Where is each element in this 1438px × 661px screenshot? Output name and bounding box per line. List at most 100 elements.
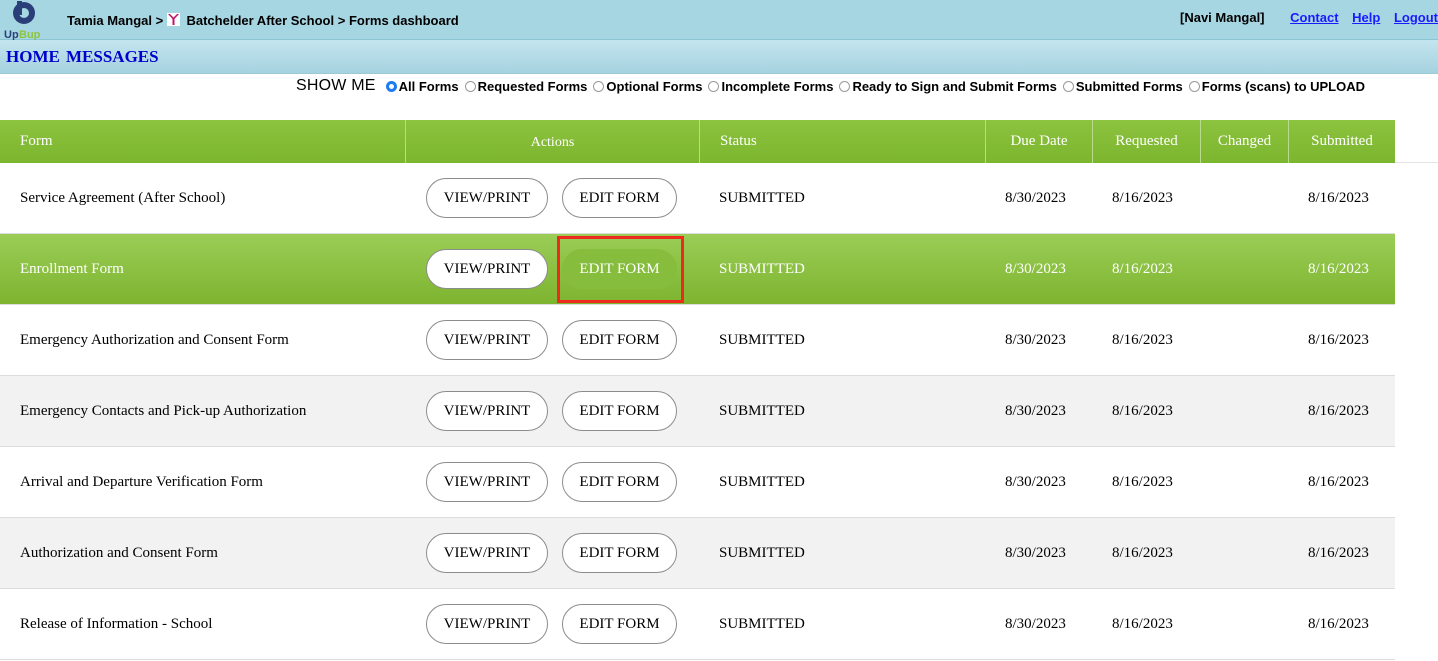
filter-label: Incomplete Forms [721,78,834,94]
filter-submitted-forms[interactable]: Submitted Forms [1059,79,1183,94]
user-links: [Navi Mangal] Contact Help Logout [1180,10,1438,25]
nav-bar: HOME MESSAGES [0,40,1438,74]
logout-link[interactable]: Logout [1394,10,1438,25]
edit-form-button[interactable]: EDIT FORM [562,391,677,431]
form-name: Emergency Authorization and Consent Form [20,332,289,348]
requested-date: 8/16/2023 [1112,332,1173,348]
filter-optional-forms[interactable]: Optional Forms [589,79,702,94]
column-header-actions: Actions [406,120,700,163]
contact-link[interactable]: Contact [1290,10,1338,25]
form-status: SUBMITTED [719,332,805,348]
breadcrumb-program: Batchelder After School [186,13,335,28]
table-row: Service Agreement (After School) VIEW/PR… [0,163,1395,234]
ymca-logo-icon [166,13,180,26]
due-date: 8/30/2023 [1005,545,1066,561]
table-row: Emergency Contacts and Pick-up Authoriza… [0,376,1395,447]
form-name: Release of Information - School [20,616,213,632]
svg-text:Bup: Bup [19,29,41,40]
requested-date: 8/16/2023 [1112,616,1173,632]
account-name: [Navi Mangal] [1180,10,1265,25]
header-divider [1395,162,1438,163]
svg-text:Up: Up [4,29,19,40]
requested-date: 8/16/2023 [1112,261,1173,277]
due-date: 8/30/2023 [1005,261,1066,277]
table-row: Emergency Authorization and Consent Form… [0,305,1395,376]
edit-form-button[interactable]: EDIT FORM [562,533,677,573]
column-header-due-date[interactable]: Due Date [986,120,1093,163]
table-header: Form Actions Status Due Date Requested C… [0,120,1438,163]
column-header-form[interactable]: Form [0,120,406,163]
requested-date: 8/16/2023 [1112,403,1173,419]
nav-messages-link[interactable]: MESSAGES [66,47,159,67]
filter-requested-forms[interactable]: Requested Forms [461,78,588,94]
due-date: 8/30/2023 [1005,616,1066,632]
submitted-date: 8/16/2023 [1308,545,1369,561]
view-print-button[interactable]: VIEW/PRINT [426,462,548,502]
filter-all-forms[interactable]: All Forms [382,79,459,94]
radio-icon[interactable] [708,80,720,92]
view-print-button[interactable]: VIEW/PRINT [426,249,548,289]
requested-date: 8/16/2023 [1112,474,1173,490]
view-print-button[interactable]: VIEW/PRINT [426,604,548,644]
due-date: 8/30/2023 [1005,332,1066,348]
form-status: SUBMITTED [719,403,805,419]
due-date: 8/30/2023 [1005,474,1066,490]
form-filter-group: SHOW ME All Forms Requested Forms Option… [296,76,1367,96]
edit-form-button[interactable]: EDIT FORM [562,178,677,218]
filter-incomplete-forms[interactable]: Incomplete Forms [704,79,833,94]
due-date: 8/30/2023 [1005,190,1066,206]
top-bar: Up Bup Tamia Mangal > Batchelder After S… [0,0,1438,40]
edit-form-button[interactable]: EDIT FORM [562,320,677,360]
submitted-date: 8/16/2023 [1308,474,1369,490]
show-me-label: SHOW ME [296,77,376,94]
edit-form-button[interactable]: EDIT FORM [562,249,677,289]
radio-selected-icon[interactable] [385,80,397,92]
radio-icon[interactable] [464,80,476,92]
filter-scans-to-upload[interactable]: Forms (scans) to UPLOAD [1185,79,1365,94]
filter-label: All Forms [398,78,459,94]
form-name: Authorization and Consent Form [20,545,218,561]
view-print-button[interactable]: VIEW/PRINT [426,178,548,218]
submitted-date: 8/16/2023 [1308,190,1369,206]
requested-date: 8/16/2023 [1112,545,1173,561]
requested-date: 8/16/2023 [1112,190,1173,206]
submitted-date: 8/16/2023 [1308,261,1369,277]
filter-label: Ready to Sign and Submit Forms [852,78,1057,94]
breadcrumb: Tamia Mangal > Batchelder After School >… [67,13,459,28]
table-row: Release of Information - School VIEW/PRI… [0,589,1395,660]
column-header-submitted[interactable]: Submitted [1289,120,1395,163]
radio-icon[interactable] [1188,80,1200,92]
view-print-button[interactable]: VIEW/PRINT [426,391,548,431]
view-print-button[interactable]: VIEW/PRINT [426,533,548,573]
form-status: SUBMITTED [719,474,805,490]
view-print-button[interactable]: VIEW/PRINT [426,320,548,360]
breadcrumb-separator: > [155,13,164,28]
column-header-requested[interactable]: Requested [1093,120,1201,163]
filter-label: Submitted Forms [1075,78,1183,94]
form-name: Service Agreement (After School) [20,190,226,206]
form-name: Emergency Contacts and Pick-up Authoriza… [20,403,307,419]
radio-icon[interactable] [1062,80,1074,92]
table-row: Authorization and Consent Form VIEW/PRIN… [0,518,1395,589]
filter-label: Optional Forms [606,78,703,94]
breadcrumb-page: Forms dashboard [348,13,459,28]
breadcrumb-user: Tamia Mangal [67,13,153,28]
edit-form-button[interactable]: EDIT FORM [562,462,677,502]
form-status: SUBMITTED [719,190,805,206]
filter-ready-to-sign[interactable]: Ready to Sign and Submit Forms [835,78,1057,94]
due-date: 8/30/2023 [1005,403,1066,419]
edit-form-button[interactable]: EDIT FORM [562,604,677,644]
form-name: Arrival and Departure Verification Form [20,474,263,490]
column-header-changed[interactable]: Changed [1201,120,1289,163]
breadcrumb-separator: > [337,13,346,28]
table-row: Arrival and Departure Verification Form … [0,447,1395,518]
upbup-logo[interactable]: Up Bup [2,0,46,40]
radio-icon[interactable] [593,80,605,92]
submitted-date: 8/16/2023 [1308,403,1369,419]
radio-icon[interactable] [839,80,851,92]
help-link[interactable]: Help [1352,10,1380,25]
filter-label: Requested Forms [477,78,588,94]
nav-home-link[interactable]: HOME [6,47,60,67]
column-header-status[interactable]: Status [700,120,986,163]
form-status: SUBMITTED [719,261,805,277]
